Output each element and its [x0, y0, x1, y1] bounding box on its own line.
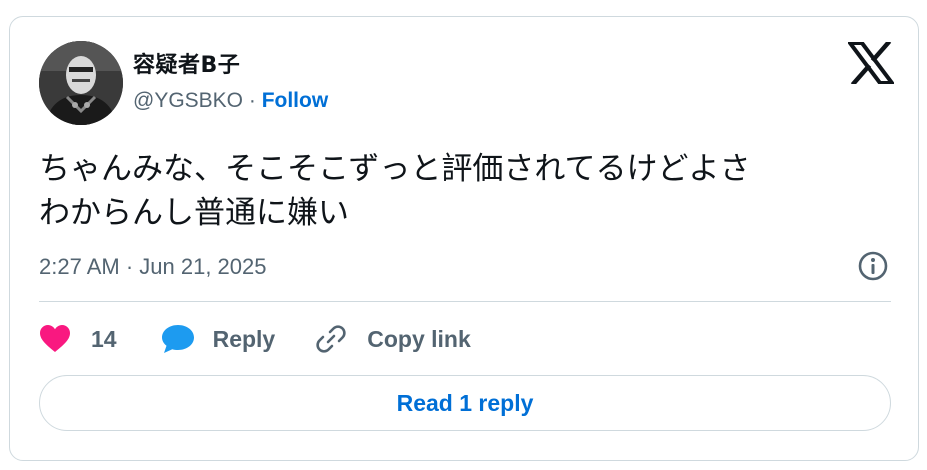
read-replies-button[interactable]: Read 1 reply — [39, 375, 891, 431]
divider — [39, 301, 891, 302]
avatar[interactable] — [39, 41, 123, 125]
tweet-timestamp[interactable]: 2:27 AM · Jun 21, 2025 — [39, 254, 267, 280]
speech-bubble-icon — [161, 325, 194, 353]
tweet-text-line-2: わからんし普通に嫌い — [39, 195, 349, 231]
copy-link-label: Copy link — [367, 325, 471, 352]
author-handle[interactable]: @YGSBKO — [133, 89, 243, 112]
tweet-text: ちゃんみな、そこそこずっと評価されてるけどよさ わからんし普通に嫌い — [39, 147, 889, 235]
reply-label: Reply — [212, 325, 276, 352]
tweet-card: 容疑者B子 @YGSBKO · Follow ちゃんみな、そこそこずっと評価され… — [9, 16, 919, 461]
handle-separator: · — [243, 89, 262, 112]
copy-link-button[interactable]: Copy link — [315, 323, 471, 355]
link-icon — [316, 325, 346, 353]
like-count: 14 — [91, 325, 117, 352]
x-logo-icon[interactable] — [848, 42, 894, 84]
like-button[interactable]: 14 — [39, 324, 117, 354]
reply-button[interactable]: Reply — [161, 324, 276, 354]
tweet-actions: 14 Reply Copy link — [39, 321, 471, 357]
heart-icon — [40, 325, 70, 352]
tweet-text-line-1: ちゃんみな、そこそこずっと評価されてるけどよさ — [39, 151, 751, 187]
author-display-name[interactable]: 容疑者B子 — [133, 47, 240, 79]
avatar-image — [39, 41, 123, 125]
author-handle-row: @YGSBKO · Follow — [133, 89, 328, 113]
info-icon[interactable] — [857, 250, 889, 282]
follow-link[interactable]: Follow — [262, 89, 329, 112]
